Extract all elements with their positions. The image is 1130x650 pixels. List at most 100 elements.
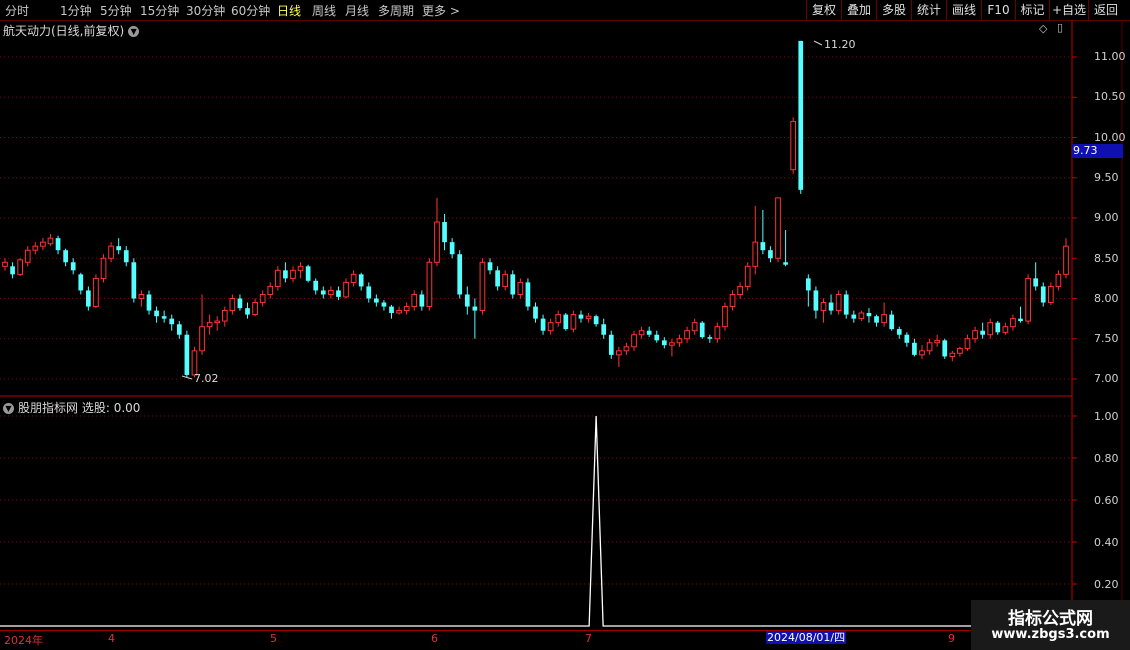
candle-body	[737, 285, 743, 295]
candle-body	[691, 322, 698, 332]
candle-body	[116, 246, 122, 251]
candle-body	[366, 286, 372, 299]
candle-body	[123, 250, 129, 263]
candle-body	[813, 290, 819, 311]
candle-body	[154, 310, 159, 317]
chevron-down-icon[interactable]: ▼	[3, 403, 14, 414]
candle-body	[434, 221, 440, 263]
candle-body	[926, 342, 933, 352]
candle-body	[389, 306, 394, 313]
candle-body	[585, 315, 592, 320]
candle-body	[904, 334, 910, 343]
candle-body	[343, 281, 349, 298]
candle-body	[714, 326, 721, 340]
candle-body	[578, 314, 584, 319]
candle-body	[214, 320, 221, 324]
diamond-icon[interactable]: ◇	[1039, 22, 1047, 35]
candle-body	[964, 338, 971, 349]
candle-body	[495, 270, 500, 287]
candle-body	[1040, 286, 1046, 303]
price-tick: 8.00	[1094, 292, 1119, 305]
candle-body	[623, 346, 630, 352]
candle-body	[146, 294, 152, 311]
candle-body	[866, 312, 872, 317]
candle-body	[479, 261, 486, 312]
candle-body	[805, 278, 811, 291]
candle-body	[843, 294, 849, 315]
indicator-title: ▼ 股朋指标网 选股: 0.00	[3, 399, 140, 416]
candle-body	[1025, 277, 1031, 322]
candle-body	[669, 342, 675, 346]
candle-body	[55, 238, 61, 251]
candle-body	[1047, 285, 1054, 304]
indicator-line	[0, 415, 1072, 627]
candle-body	[1002, 326, 1009, 333]
panel-toggle-icon[interactable]: ▯	[1057, 21, 1063, 34]
watermark: 指标公式网 www.zbgs3.com	[971, 600, 1130, 650]
date-label: 5	[270, 632, 277, 645]
high-label: 11.20	[824, 38, 856, 51]
candle-body	[699, 322, 705, 338]
candle-body	[874, 316, 879, 323]
candle-body	[297, 265, 304, 271]
candle-body	[889, 314, 895, 330]
candle-body	[570, 314, 577, 330]
candle-body	[464, 294, 470, 307]
candle-body	[601, 324, 607, 335]
candle-body	[229, 298, 236, 312]
candle-body	[2, 261, 8, 267]
candle-body	[654, 334, 660, 341]
candle-body	[184, 334, 190, 375]
candle-body	[502, 273, 509, 287]
candle-body	[608, 334, 614, 355]
candle-body	[684, 330, 690, 340]
chevron-down-icon[interactable]: ▼	[128, 26, 140, 37]
candle-body	[547, 322, 554, 332]
candle-body	[896, 329, 902, 335]
candlestick-chart[interactable]	[0, 0, 1130, 650]
candle-body	[313, 280, 319, 291]
price-tick: 10.50	[1094, 90, 1126, 103]
high-pointer	[813, 40, 823, 46]
candle-body	[729, 293, 736, 308]
candle-body	[274, 269, 281, 287]
candle-body	[1033, 278, 1039, 287]
chart-title: 航天动力(日线,前复权) ▼	[3, 22, 140, 39]
candle-body	[616, 350, 622, 356]
candle-body	[63, 250, 68, 263]
low-label: 7.02	[194, 372, 219, 385]
candle-body	[949, 352, 956, 357]
candle-body	[245, 308, 250, 315]
candle-body	[525, 282, 531, 307]
candle-body	[24, 249, 31, 263]
candle-body	[305, 266, 311, 281]
indicator-value: 选股: 0.00	[81, 401, 141, 415]
candle-body	[350, 273, 357, 283]
candle-body	[1010, 318, 1016, 328]
candle-body	[828, 302, 834, 311]
candle-body	[646, 330, 652, 335]
date-label: 9	[948, 632, 955, 645]
price-tick: 7.00	[1094, 372, 1119, 385]
candle-body	[403, 306, 410, 312]
indicator-tick: 0.80	[1094, 452, 1119, 465]
candle-body	[790, 120, 797, 171]
date-label: 2024年	[4, 634, 43, 647]
candle-body	[934, 339, 941, 344]
candle-body	[290, 269, 296, 279]
candle-body	[419, 294, 425, 307]
candle-body	[93, 277, 99, 308]
candle-body	[912, 342, 917, 355]
candle-body	[980, 330, 985, 335]
candle-body	[487, 262, 493, 271]
candle-body	[161, 316, 167, 319]
date-label: 7	[585, 632, 592, 645]
candle-body	[661, 340, 667, 346]
price-tick: 9.00	[1094, 211, 1119, 224]
candle-body	[108, 245, 114, 259]
candle-body	[638, 330, 645, 336]
candle-body	[820, 302, 827, 312]
candle-body	[199, 326, 205, 352]
candle-body	[798, 40, 804, 190]
candle-body	[86, 290, 91, 307]
